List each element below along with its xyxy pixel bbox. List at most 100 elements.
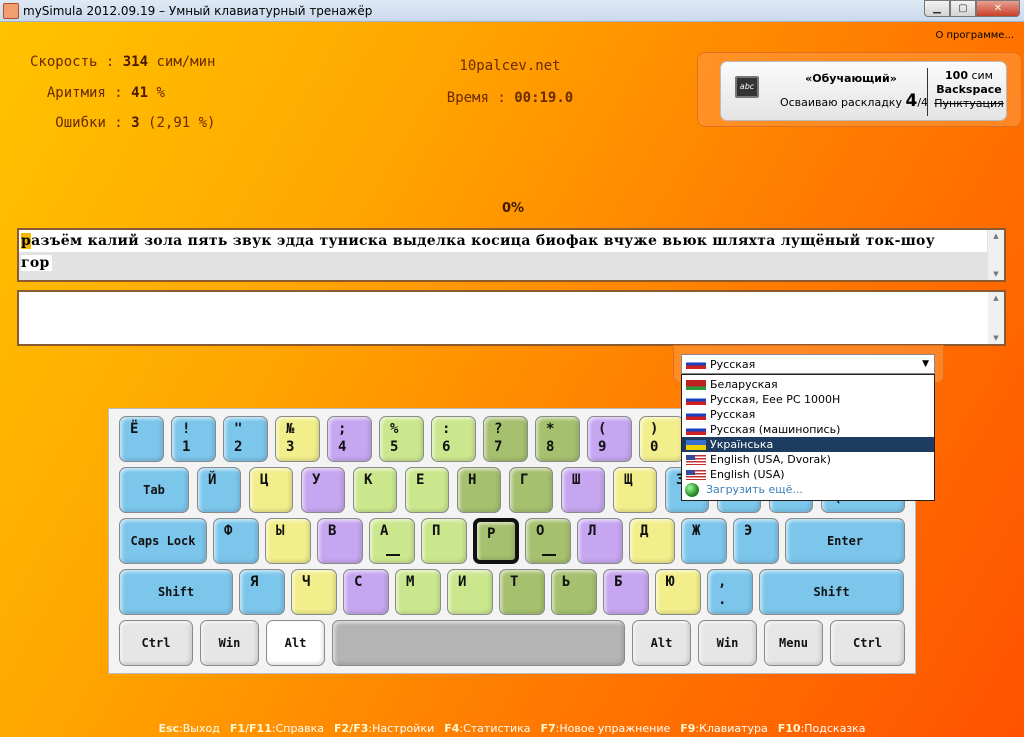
mode-button[interactable]: abc «Обучающий» Осваиваю раскладку 4/4 1… <box>720 61 1007 121</box>
layout-select[interactable]: Русская ▼ <box>681 354 935 374</box>
key-label: ( <box>598 421 607 437</box>
key-label: Enter <box>826 534 864 548</box>
layout-option[interactable]: Русская (машинопись) <box>682 422 934 437</box>
key-Н[interactable]: Н <box>457 467 501 513</box>
key-7[interactable]: ? 7 <box>483 416 528 462</box>
layout-option[interactable]: Беларуская <box>682 377 934 392</box>
key-ctrl[interactable]: Ctrl <box>830 620 905 666</box>
key-Ш[interactable]: Ш <box>561 467 605 513</box>
key-ctrl[interactable]: Ctrl <box>119 620 193 666</box>
maximize-button[interactable]: ▢ <box>950 0 976 17</box>
key-win[interactable]: Win <box>698 620 757 666</box>
key-shift[interactable]: Shift <box>759 569 904 615</box>
key-label: Ь <box>562 574 571 590</box>
key-label: В <box>328 523 337 539</box>
key-label: П <box>432 523 441 539</box>
key-М[interactable]: М <box>395 569 441 615</box>
key-0[interactable]: ) 0 <box>639 416 684 462</box>
key-menu[interactable]: Menu <box>764 620 823 666</box>
key-label: Ж <box>692 523 701 539</box>
key-space[interactable] <box>332 620 625 666</box>
key-.[interactable]: ,. <box>707 569 753 615</box>
hotkey-f4[interactable]: F4:Статистика <box>444 722 530 735</box>
key-alt[interactable]: Alt <box>266 620 325 666</box>
key-2[interactable]: " 2 <box>223 416 268 462</box>
hotkey-f9[interactable]: F9:Клавиатура <box>680 722 767 735</box>
close-button[interactable]: ✕ <box>976 0 1020 17</box>
hotkey-f10[interactable]: F10:Подсказка <box>778 722 866 735</box>
key-Я[interactable]: Я <box>239 569 285 615</box>
key-label: Shift <box>813 585 850 599</box>
flag-ua-icon <box>686 439 706 450</box>
key-Ч[interactable]: Ч <box>291 569 337 615</box>
minimize-button[interactable]: ▁ <box>924 0 950 17</box>
key-label: ) <box>650 421 659 437</box>
divider <box>927 68 928 116</box>
scrollbar[interactable]: ▲ ▼ <box>988 292 1004 344</box>
key-Р[interactable]: Р <box>473 518 519 564</box>
chevron-down-icon[interactable]: ▼ <box>922 359 929 369</box>
key-Л[interactable]: Л <box>577 518 623 564</box>
app-icon <box>3 2 19 19</box>
layout-option[interactable]: English (USA) <box>682 467 934 482</box>
key-А[interactable]: А <box>369 518 415 564</box>
key-Г[interactable]: Г <box>509 467 553 513</box>
key-Й[interactable]: Й <box>197 467 241 513</box>
key-alt[interactable]: Alt <box>632 620 691 666</box>
key-tab[interactable]: Tab <box>119 467 189 513</box>
globe-icon <box>685 482 699 497</box>
key-label: Alt <box>284 636 307 650</box>
layout-option[interactable]: Русская <box>682 407 934 422</box>
layout-option-label: Українська <box>710 438 774 451</box>
key-Б[interactable]: Б <box>603 569 649 615</box>
hotkey-f2-f3[interactable]: F2/F3:Настройки <box>334 722 434 735</box>
about-link[interactable]: О программе... <box>935 30 1014 41</box>
key-sublabel: 8 <box>546 439 555 455</box>
typing-input-value[interactable] <box>19 292 987 314</box>
key-О[interactable]: О <box>525 518 571 564</box>
key-Э[interactable]: Э <box>733 518 779 564</box>
layout-option[interactable]: Загрузить ещё... <box>682 482 934 497</box>
key-С[interactable]: С <box>343 569 389 615</box>
key-4[interactable]: ; 4 <box>327 416 372 462</box>
site-link[interactable]: 10palcev.net <box>400 58 620 74</box>
hotkey-f1-f11[interactable]: F1/F11:Справка <box>230 722 324 735</box>
key-Ё[interactable]: Ё <box>119 416 164 462</box>
key-enter[interactable]: Enter <box>785 518 905 564</box>
key-Т[interactable]: Т <box>499 569 545 615</box>
key-6[interactable]: :6 <box>431 416 476 462</box>
key-Ю[interactable]: Ю <box>655 569 701 615</box>
key-Щ[interactable]: Щ <box>613 467 657 513</box>
key-3[interactable]: № 3 <box>275 416 320 462</box>
key-Д[interactable]: Д <box>629 518 675 564</box>
key-Ж[interactable]: Ж <box>681 518 727 564</box>
typing-input[interactable]: ▲ ▼ <box>17 290 1006 346</box>
key-К[interactable]: К <box>353 467 397 513</box>
key-И[interactable]: И <box>447 569 493 615</box>
key-shift[interactable]: Shift <box>119 569 233 615</box>
layout-option-label: English (USA) <box>710 468 785 481</box>
key-Ц[interactable]: Ц <box>249 467 293 513</box>
key-Ь[interactable]: Ь <box>551 569 597 615</box>
layout-option[interactable]: English (USA, Dvorak) <box>682 452 934 467</box>
scrollbar[interactable]: ▲ ▼ <box>988 230 1004 280</box>
key-П[interactable]: П <box>421 518 467 564</box>
key-Ы[interactable]: Ы <box>265 518 311 564</box>
key-1[interactable]: ! 1 <box>171 416 216 462</box>
exercise-line-2: гор <box>21 255 52 271</box>
key-8[interactable]: * 8 <box>535 416 580 462</box>
mode-options: 100 сим Backspace Пунктуация <box>934 69 1004 110</box>
key-Ф[interactable]: Ф <box>213 518 259 564</box>
key-У[interactable]: У <box>301 467 345 513</box>
key-caps-lock[interactable]: Caps Lock <box>119 518 207 564</box>
key-win[interactable]: Win <box>200 620 259 666</box>
key-label: О <box>536 523 545 539</box>
hotkey-f7[interactable]: F7:Новое упражнение <box>540 722 670 735</box>
key-В[interactable]: В <box>317 518 363 564</box>
key-5[interactable]: % 5 <box>379 416 424 462</box>
layout-option[interactable]: Русская, Eee PC 1000H <box>682 392 934 407</box>
key-9[interactable]: (9 <box>587 416 632 462</box>
key-Е[interactable]: Е <box>405 467 449 513</box>
layout-option[interactable]: Українська <box>682 437 934 452</box>
hotkey-esc[interactable]: Esc:Выход <box>158 722 219 735</box>
